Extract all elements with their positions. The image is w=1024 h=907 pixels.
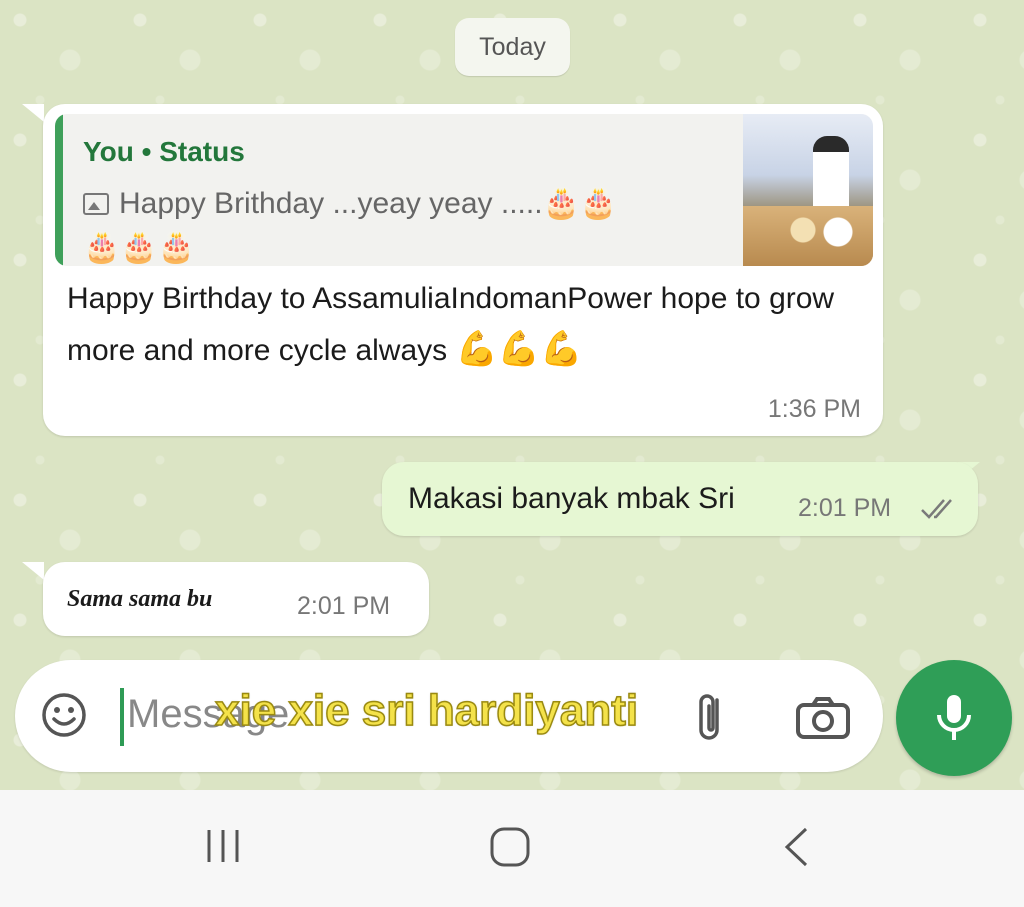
quote-separator: •	[141, 136, 152, 167]
flexed-arm-emoji: 💪💪💪	[455, 330, 583, 368]
emoji-icon[interactable]	[41, 692, 87, 738]
quote-header: You • Status	[83, 136, 245, 168]
outgoing-message[interactable]: Makasi banyak mbak Sri 2:01 PM	[382, 462, 978, 536]
quote-text: Happy Brithday ...yeay yeay .....	[119, 187, 543, 220]
cake-emoji: 🎂🎂	[542, 187, 618, 220]
message-time: 2:01 PM	[297, 592, 391, 620]
camera-icon[interactable]	[795, 696, 851, 740]
home-icon[interactable]	[489, 826, 531, 868]
message-text: Happy Birthday to AssamuliaIndomanPower …	[67, 274, 867, 376]
image-icon	[83, 193, 109, 215]
date-chip: Today	[455, 18, 570, 76]
bubble-tail	[22, 562, 44, 580]
bubble-tail	[22, 104, 44, 122]
mic-icon	[937, 695, 971, 740]
recents-icon[interactable]	[203, 826, 243, 866]
paperclip-icon[interactable]	[695, 690, 727, 744]
quote-accent-bar	[55, 114, 63, 266]
message-body: Happy Birthday to AssamuliaIndomanPower …	[67, 282, 835, 367]
mic-button[interactable]	[896, 660, 1012, 776]
message-text: Makasi banyak mbak Sri	[408, 482, 735, 515]
incoming-message[interactable]: You • Status Happy Brithday ...yeay yeay…	[43, 104, 883, 436]
thumbnail-food	[783, 210, 863, 250]
read-ticks-icon	[921, 499, 952, 519]
message-text: Sama sama bu	[67, 586, 213, 612]
message-time: 2:01 PM	[798, 494, 892, 522]
quote-body: Happy Brithday ...yeay yeay .....🎂🎂 🎂🎂🎂	[83, 182, 733, 266]
system-navigation-bar	[0, 790, 1024, 907]
back-icon[interactable]	[782, 826, 810, 868]
status-thumbnail[interactable]	[743, 114, 873, 266]
message-time: 1:36 PM	[767, 395, 861, 423]
quoted-status[interactable]: You • Status Happy Brithday ...yeay yeay…	[55, 114, 873, 266]
overlay-caption: xie xie sri hardiyanti	[214, 685, 639, 736]
cake-emoji: 🎂🎂🎂	[83, 231, 196, 264]
quote-author: You	[83, 136, 134, 167]
quote-source: Status	[159, 136, 245, 167]
message-composer[interactable]: Message xie xie sri hardiyanti	[15, 660, 883, 772]
text-cursor	[120, 688, 124, 746]
incoming-message[interactable]: Sama sama bu 2:01 PM	[43, 562, 429, 636]
